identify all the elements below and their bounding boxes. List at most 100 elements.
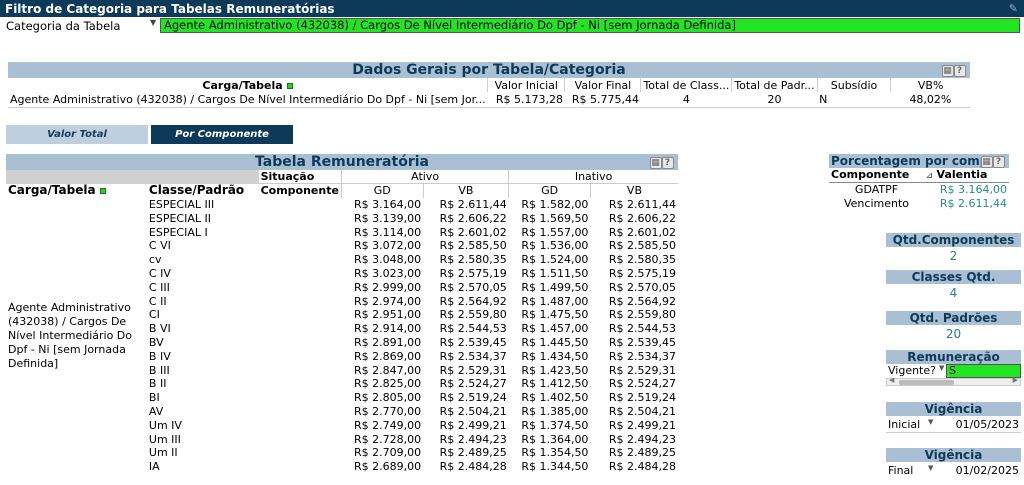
col-valor-final[interactable]: Valor Final (564, 78, 642, 92)
table-row: Agente Administrativo (432038) / Cargos … (8, 92, 970, 108)
col-carga-tabela[interactable]: Carga/Tabela (8, 78, 489, 92)
qtd-padroes-label: Qtd. Padrões (886, 311, 1021, 325)
table-row: GDATPF R$ 3.164,00 (829, 182, 1009, 196)
cell-valor: R$ 2.606,22 (439, 211, 507, 225)
cell-valor: R$ 2.494,23 (439, 432, 507, 446)
col-componente[interactable]: Componente (829, 168, 924, 182)
tab-valor-total[interactable]: Valor Total (6, 125, 148, 144)
export-icon[interactable]: ▦ (650, 157, 662, 169)
cell-carga: Agente Administrativo (432038) / Cargos … (8, 92, 488, 108)
col-vb-percent[interactable]: VB% (891, 78, 970, 92)
cell-classe: B VI (148, 322, 171, 336)
dropdown-arrow-icon[interactable]: ▼ (928, 418, 933, 426)
cell-valor: R$ 2.689,00 (354, 460, 422, 474)
cell-valor: R$ 3.048,00 (354, 253, 422, 267)
col-ativo-vb[interactable]: VB (422, 183, 509, 198)
col-valentia[interactable]: ⊿ Valentia (924, 168, 1009, 182)
export-icon[interactable]: ▦ (981, 156, 993, 168)
vigente-value[interactable]: S (946, 364, 1021, 378)
dropdown-arrow-icon[interactable]: ▼ (150, 18, 156, 27)
cell-valor: R$ 2.999,00 (354, 280, 422, 294)
header-ativo[interactable]: Ativo (340, 170, 509, 185)
vigencia-final-filter: Vigência Final ▼ 01/02/2025 (886, 448, 1021, 478)
dropdown-arrow-icon[interactable]: ▼ (928, 464, 933, 472)
col-ativo-gd[interactable]: GD (340, 183, 424, 198)
cell-valor: R$ 1.524,00 (521, 253, 589, 267)
classes-qtd-card: Classes Qtd. 4 (886, 270, 1021, 302)
col-total-padroes[interactable]: Total de Padr... (731, 78, 818, 92)
divider (886, 432, 1021, 433)
cell-componente (259, 239, 342, 253)
vigencia-inicial-date[interactable]: 01/05/2023 (956, 418, 1019, 431)
remuneracao-filter: Remuneração Vigente? ▼ S ◀ ▶ (886, 350, 1021, 386)
cell-valor: R$ 2.951,00 (354, 308, 422, 322)
filter-row: Categoria da Tabela ▼ Agente Administrat… (0, 17, 1024, 34)
panel-tools: ▦? (981, 155, 1005, 169)
filter-title: Filtro de Categoria para Tabelas Remuner… (5, 2, 335, 16)
cell-valor: R$ 2.914,00 (354, 322, 422, 336)
tabela-remuneratoria-title: Tabela Remuneratória (255, 154, 429, 170)
help-icon[interactable]: ? (954, 65, 966, 77)
cell-componente (259, 211, 342, 225)
qtd-padroes-value: 20 (945, 327, 962, 341)
cell-valor: R$ 1.364,00 (521, 432, 589, 446)
cell-classe: IA (148, 460, 160, 474)
col-subsidio[interactable]: Subsídio (817, 78, 892, 92)
cell-valor: R$ 2.709,00 (354, 446, 422, 460)
cell-classe: BV (148, 335, 164, 349)
cell-valor: R$ 2.575,19 (439, 266, 507, 280)
dropdown-arrow-icon[interactable]: ▼ (939, 364, 944, 372)
filter-indicator-icon (286, 82, 293, 89)
porcentagem-title: Porcentagem por comp... (831, 154, 1003, 168)
header-situacao: Situação (258, 170, 342, 185)
category-filter-value[interactable]: Agente Administrativo (432038) / Cargos … (160, 18, 1020, 33)
help-icon[interactable]: ? (993, 156, 1005, 168)
cell-valor: R$ 2.564,92 (439, 294, 507, 308)
cell-classe: AV (148, 404, 164, 418)
col-carga-tabela[interactable]: Carga/Tabela (6, 184, 147, 198)
vigencia-inicial-row[interactable]: Inicial ▼ 01/05/2023 (886, 418, 1021, 432)
pin-icon[interactable]: ✎ (1009, 2, 1018, 15)
cell-componente: GDATPF (854, 182, 899, 196)
col-total-classes[interactable]: Total de Class... (640, 78, 733, 92)
cell-valor: R$ 2.524,27 (608, 377, 676, 391)
cell-classe: B III (148, 363, 170, 377)
col-valor-inicial[interactable]: Valor Inicial (487, 78, 566, 92)
cell-valor: R$ 2.570,05 (608, 280, 676, 294)
cell-valor: R$ 1.536,00 (521, 239, 589, 253)
col-componente[interactable]: Componente (259, 184, 342, 198)
tabela-remuneratoria-table: Situação Ativo Inativo Carga/Tabela Clas… (6, 170, 678, 474)
header-inativo[interactable]: Inativo (508, 170, 678, 185)
cell-classe: Um II (148, 446, 178, 460)
scroll-right-icon[interactable]: ▶ (1013, 376, 1018, 384)
scroll-left-icon[interactable]: ◀ (889, 376, 894, 384)
scroll-thumb[interactable] (899, 380, 954, 385)
help-icon[interactable]: ? (662, 157, 674, 169)
vigente-label: Vigente? (888, 364, 936, 377)
cell-carga-tabela: Agente Administrativo (432038) / Cargos … (8, 300, 133, 370)
tab-por-componente[interactable]: Por Componente (151, 125, 293, 144)
vigencia-final-row[interactable]: Final ▼ 01/02/2025 (886, 464, 1021, 478)
cell-classe: Um III (148, 432, 181, 446)
cell-valor: R$ 2.539,45 (608, 335, 676, 349)
cell-valor: R$ 1.499,50 (521, 280, 589, 294)
cell-valor: R$ 2.580,35 (608, 253, 676, 267)
cell-valor: R$ 2.606,22 (608, 211, 676, 225)
cell-componente (259, 349, 342, 363)
cell-total-padroes: 20 (731, 92, 818, 108)
col-classe-padrao[interactable]: Classe/Padrão (147, 184, 259, 198)
col-inativo-vb[interactable]: VB (589, 183, 678, 198)
dados-gerais-title: Dados Gerais por Tabela/Categoria (352, 62, 626, 78)
cell-componente: Vencimento (843, 196, 909, 210)
cell-valor: R$ 3.023,00 (354, 266, 422, 280)
qtd-padroes-card: Qtd. Padrões 20 (886, 311, 1021, 343)
qtd-componentes-card: Qtd.Componentes 2 (886, 233, 1021, 265)
vigencia-final-date[interactable]: 01/02/2025 (956, 464, 1019, 477)
cell-valor: R$ 3.164,00 (939, 182, 1007, 196)
col-inativo-gd[interactable]: GD (508, 183, 591, 198)
cell-valor: R$ 1.423,50 (521, 363, 589, 377)
export-icon[interactable]: ▦ (942, 65, 954, 77)
cell-valor: R$ 2.891,00 (354, 335, 422, 349)
cell-valor: R$ 2.611,44 (939, 196, 1007, 210)
horizontal-scrollbar[interactable]: ◀ ▶ (886, 376, 1021, 386)
